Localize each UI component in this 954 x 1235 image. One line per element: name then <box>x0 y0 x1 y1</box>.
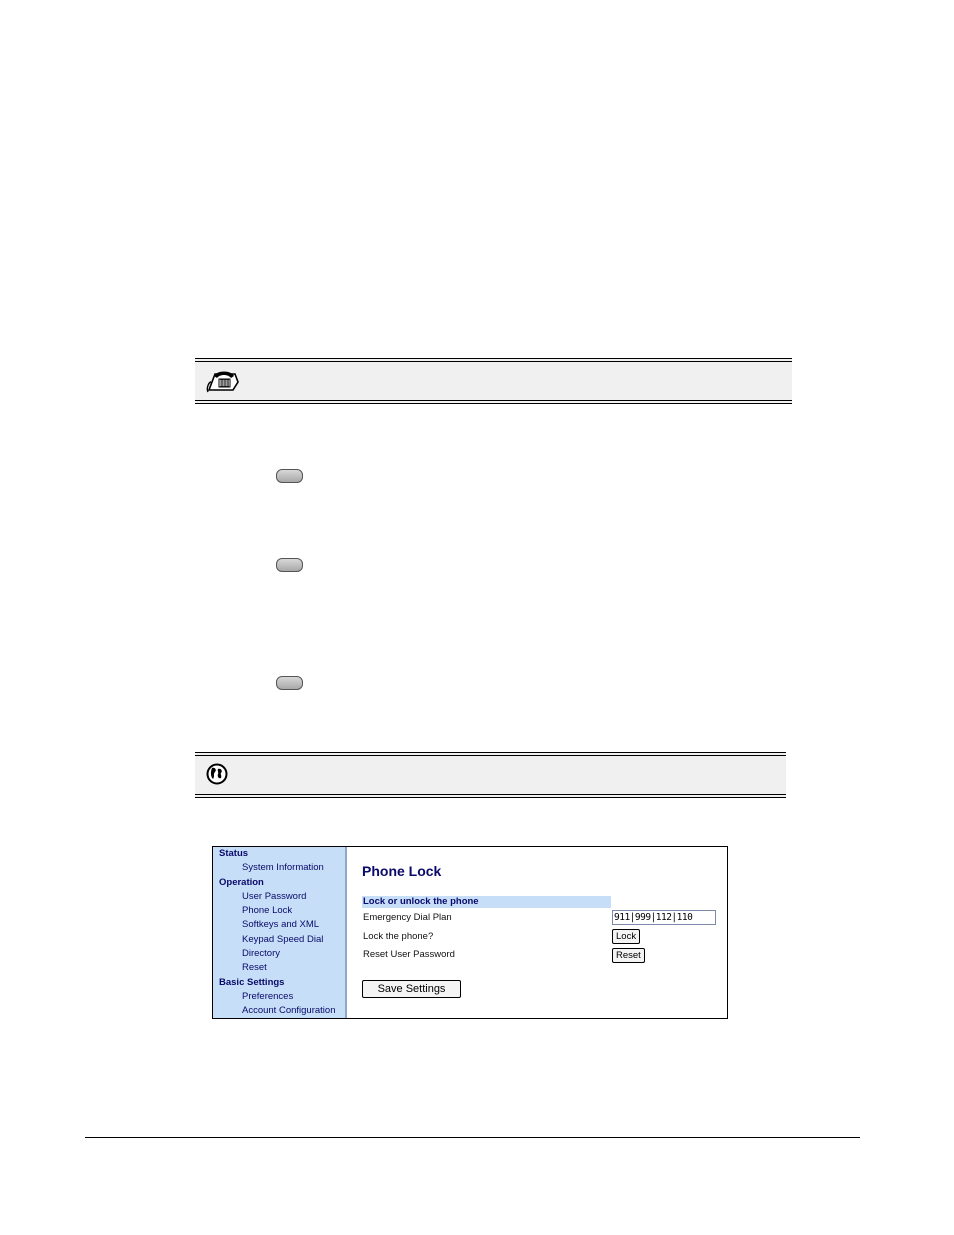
emergency-dial-plan-input[interactable]: 911|999|112|110 <box>612 910 716 925</box>
softkey-button-icon <box>276 469 303 483</box>
sidebar-section-status: Status <box>219 848 249 859</box>
sidebar-item-reset[interactable]: Reset <box>213 961 345 975</box>
section-header: Lock or unlock the phone <box>362 896 611 908</box>
web-ui-sidebar: Status System Information Operation User… <box>213 847 347 1018</box>
sidebar-item-directory[interactable]: Directory <box>213 947 345 961</box>
reset-password-label: Reset User Password <box>363 949 455 960</box>
softkey-button-icon <box>276 558 303 572</box>
lock-button[interactable]: Lock <box>612 929 641 944</box>
sidebar-item-phone-lock[interactable]: Phone Lock <box>213 904 345 918</box>
sidebar-item-user-password[interactable]: User Password <box>213 890 345 904</box>
phone-icon <box>205 368 241 399</box>
sidebar-item-softkeys-and-xml[interactable]: Softkeys and XML <box>213 918 345 932</box>
web-ui-screenshot: Status System Information Operation User… <box>212 846 728 1019</box>
reset-button[interactable]: Reset <box>612 948 645 963</box>
softkey-button-icon <box>276 676 303 690</box>
globe-icon <box>205 762 229 791</box>
web-ui-banner <box>195 752 786 798</box>
sidebar-item-preferences[interactable]: Preferences <box>213 990 345 1004</box>
footer-rule <box>85 1137 860 1138</box>
page-title: Phone Lock <box>362 863 442 879</box>
emergency-dial-plan-label: Emergency Dial Plan <box>363 912 452 923</box>
save-settings-button[interactable]: Save Settings <box>362 980 461 998</box>
sidebar-section-basic-settings: Basic Settings <box>219 976 285 988</box>
sidebar-item-keypad-speed-dial[interactable]: Keypad Speed Dial <box>213 933 345 947</box>
sidebar-item-account-configuration[interactable]: Account Configuration <box>213 1004 345 1018</box>
lock-phone-label: Lock the phone? <box>363 931 434 942</box>
web-ui-content: Phone Lock Lock or unlock the phone Emer… <box>362 847 727 1018</box>
sidebar-section-operation: Operation <box>219 876 264 888</box>
phone-ui-banner <box>195 358 792 404</box>
sidebar-item-system-information[interactable]: System Information <box>213 861 345 875</box>
